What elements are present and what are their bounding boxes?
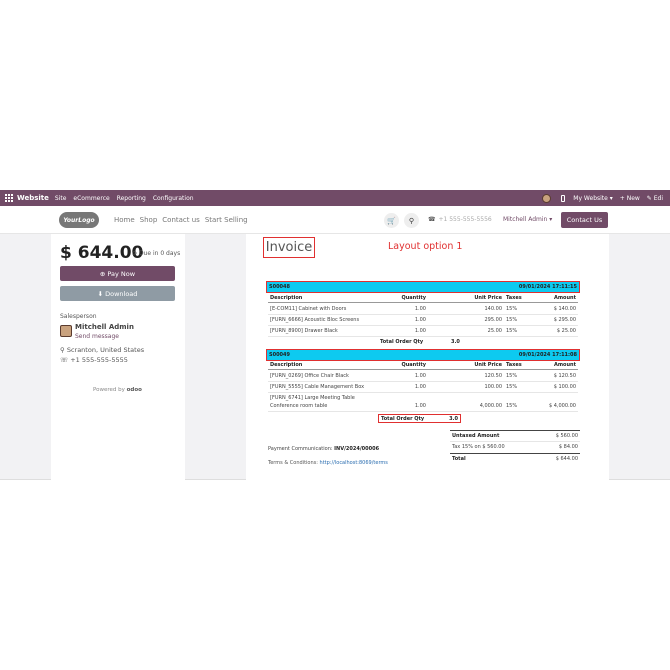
nav-start-selling[interactable]: Start Selling bbox=[205, 216, 248, 224]
pay-icon: ⊕ bbox=[99, 269, 108, 278]
menu-site[interactable]: Site bbox=[55, 195, 67, 202]
contact-us-button[interactable]: Contact Us bbox=[561, 212, 608, 228]
pay-now-button[interactable]: ⊕ Pay Now bbox=[60, 266, 175, 281]
apps-menu-icon[interactable] bbox=[5, 194, 13, 202]
row-divider bbox=[268, 392, 578, 393]
edit-button[interactable]: ✎ Edi bbox=[647, 195, 663, 202]
payment-communication: Payment Communication: INV/2024/00006 bbox=[268, 446, 380, 452]
total-order-qty-label: Total Order Qty bbox=[381, 416, 425, 422]
order-ref: S00048 bbox=[269, 284, 290, 290]
terms-link[interactable]: http://localhost:8069/terms bbox=[320, 460, 388, 466]
due-info: ⊙ Due in 0 days bbox=[132, 250, 181, 257]
salesperson-label: Salesperson bbox=[60, 313, 97, 320]
row-divider bbox=[450, 441, 580, 442]
mobile-preview-icon[interactable] bbox=[561, 194, 566, 202]
row-divider bbox=[268, 325, 578, 326]
row-divider bbox=[268, 411, 578, 412]
site-nav: Home Shop Contact us Start Selling bbox=[114, 216, 253, 224]
row-divider bbox=[268, 381, 578, 382]
download-icon: ⬇ bbox=[97, 289, 106, 298]
map-pin-icon: ⚲ bbox=[60, 346, 67, 354]
new-button[interactable]: + New bbox=[620, 195, 640, 202]
order-date: 09/01/2024 17:11:15 bbox=[518, 284, 577, 290]
total-order-qty-value: 3.0 bbox=[449, 416, 458, 422]
layout-option-note: Layout option 1 bbox=[388, 241, 463, 252]
order-section-header: S00048 09/01/2024 17:11:15 bbox=[266, 281, 580, 293]
total-order-qty-box: Total Order Qty 3.0 bbox=[378, 414, 461, 423]
site-logo[interactable]: YourLogo bbox=[59, 212, 99, 228]
order-section-header: S00049 09/01/2024 17:11:08 bbox=[266, 349, 580, 361]
salesperson-name: Mitchell Admin bbox=[75, 323, 134, 331]
download-button[interactable]: ⬇ Download bbox=[60, 286, 175, 301]
salesperson-phone: ☏ +1 555-555-5555 bbox=[60, 356, 128, 364]
salesperson-location: ⚲ Scranton, United States bbox=[60, 346, 145, 354]
order-date: 09/01/2024 17:11:08 bbox=[518, 352, 577, 358]
total-order-qty-value: 3.0 bbox=[451, 339, 460, 345]
nav-home[interactable]: Home bbox=[114, 216, 135, 224]
terms-and-conditions: Terms & Conditions: http://localhost:806… bbox=[268, 460, 388, 466]
phone-icon: ☏ bbox=[60, 356, 71, 364]
powered-by[interactable]: Powered by odoo bbox=[93, 387, 142, 393]
row-divider bbox=[268, 336, 578, 337]
menu-ecommerce[interactable]: eCommerce bbox=[73, 195, 109, 202]
amount-due: $ 644.00 bbox=[60, 243, 144, 263]
send-message-link[interactable]: Send message bbox=[75, 333, 119, 340]
salesperson-avatar bbox=[60, 325, 72, 337]
phone-icon: ☎ bbox=[428, 216, 436, 223]
user-menu[interactable]: Mitchell Admin ▾ bbox=[503, 216, 552, 223]
totals-divider bbox=[450, 453, 580, 454]
totals-divider bbox=[450, 430, 580, 431]
nav-contact-us[interactable]: Contact us bbox=[162, 216, 200, 224]
admin-navbar: Website Site eCommerce Reporting Configu… bbox=[0, 190, 670, 206]
app-brand[interactable]: Website bbox=[17, 194, 49, 202]
row-divider bbox=[268, 314, 578, 315]
clock-icon: ⊙ bbox=[132, 250, 139, 257]
user-avatar[interactable] bbox=[542, 193, 552, 203]
total-order-qty-label: Total Order Qty bbox=[380, 339, 424, 345]
menu-configuration[interactable]: Configuration bbox=[153, 195, 194, 202]
invoice-title: Invoice bbox=[263, 237, 315, 258]
order-ref: S00049 bbox=[269, 352, 290, 358]
search-icon[interactable]: ⚲ bbox=[404, 213, 419, 228]
header-phone[interactable]: ☎ +1 555-555-5556 bbox=[428, 216, 492, 223]
my-website-dropdown[interactable]: My Website ▾ bbox=[573, 195, 612, 202]
cart-icon[interactable]: 🛒 bbox=[384, 213, 399, 228]
nav-shop[interactable]: Shop bbox=[140, 216, 158, 224]
menu-reporting[interactable]: Reporting bbox=[117, 195, 146, 202]
table-header: Description Quantity Unit Price Taxes Am… bbox=[268, 362, 578, 370]
table-header: Description Quantity Unit Price Taxes Am… bbox=[268, 295, 578, 303]
